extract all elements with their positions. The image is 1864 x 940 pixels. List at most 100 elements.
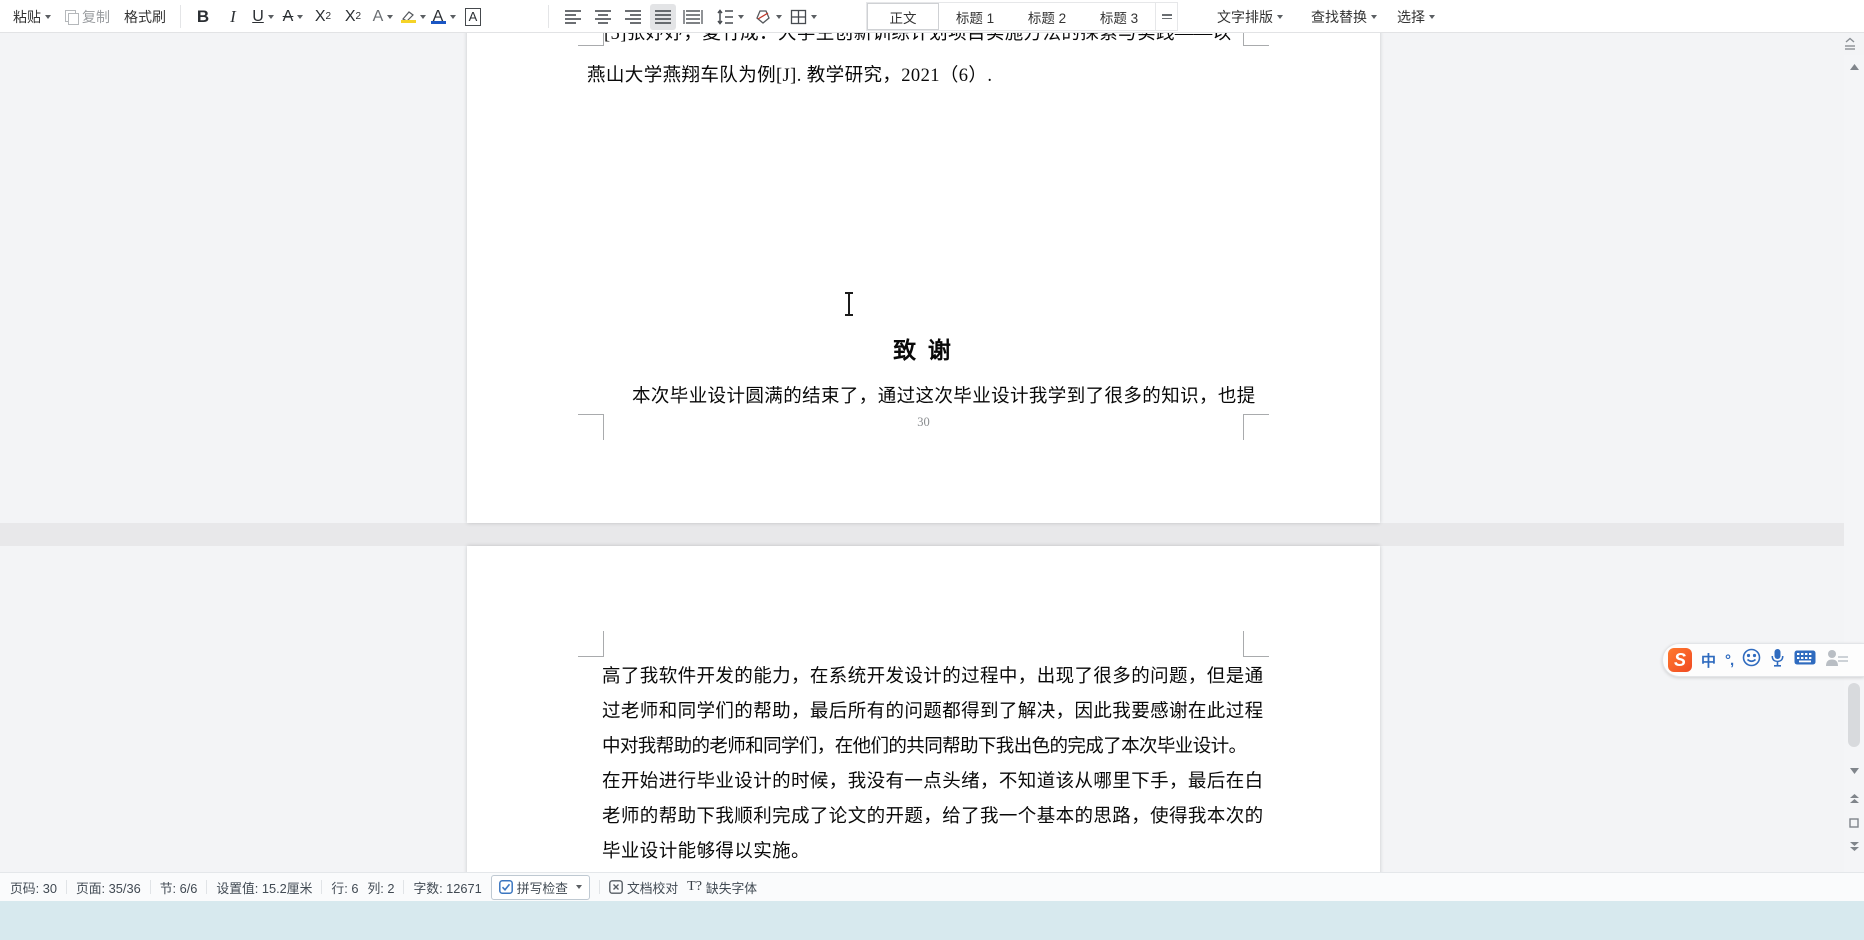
status-page-code: 页码: 30 — [10, 880, 57, 896]
clipboard-group: 粘贴 复制 格式刷 — [6, 0, 173, 33]
style-gallery: 正文 标题 1 标题 2 标题 3 — [866, 2, 1178, 31]
text-effects-glyph: A — [372, 7, 384, 25]
align-right-icon — [625, 10, 641, 24]
missing-font-label: 缺失字体 — [705, 880, 758, 896]
body-line[interactable]: 过老师和同学们的帮助，最后所有的问题都得到了解决，因此我要感谢在此过程 — [602, 697, 1264, 723]
copy-button[interactable]: 复制 — [58, 4, 117, 30]
toolbar-separator — [180, 5, 181, 28]
bold-glyph: B — [196, 6, 210, 26]
find-replace-button[interactable]: 查找替换 — [1304, 4, 1384, 30]
italic-glyph: I — [230, 6, 236, 26]
format-painter-button[interactable]: 格式刷 — [117, 4, 173, 30]
chevron-down-icon — [449, 14, 456, 19]
body-line[interactable]: 本次毕业设计圆满的结束了，通过这次毕业设计我学到了很多的知识，也提 — [632, 382, 1256, 408]
style-normal[interactable]: 正文 — [867, 3, 939, 30]
character-border-button[interactable]: A — [460, 4, 486, 30]
ime-account-icon[interactable] — [1825, 649, 1849, 672]
spell-check-button[interactable]: 拼写检查 — [490, 874, 590, 900]
vertical-scrollbar[interactable] — [1844, 55, 1864, 872]
status-section: 节: 6/6 — [159, 880, 198, 896]
select-button[interactable]: 选择 — [1390, 4, 1442, 30]
font-color-button[interactable]: A — [430, 4, 456, 30]
ime-mode-toggle[interactable]: 中 — [1701, 650, 1716, 671]
reference-line[interactable]: 燕山大学燕翔车队为例[J]. 教学研究，2021（6）. — [587, 61, 992, 87]
shading-button[interactable] — [754, 4, 782, 30]
style-heading2-label: 标题 2 — [1027, 10, 1067, 26]
select-browse-object-button[interactable] — [1844, 818, 1864, 828]
status-bar: 页码: 30 页面: 35/36 节: 6/6 设置值: 15.2厘米 行: 6… — [0, 872, 1864, 901]
scroll-up-button[interactable] — [1844, 63, 1864, 71]
text-layout-button[interactable]: 文字排版 — [1210, 4, 1290, 30]
ime-emoji-icon[interactable] — [1742, 648, 1761, 672]
highlight-color-button[interactable] — [400, 4, 426, 30]
style-gallery-more-button[interactable] — [1155, 3, 1177, 30]
align-left-icon — [565, 10, 581, 24]
body-line[interactable]: 毕业设计能够得以实施。 — [602, 837, 810, 863]
distribute-button[interactable] — [680, 4, 706, 30]
document-area: [5]张妤妤，夏竹成．大学生创新训练计划项目实施方法的探索与实践——以 燕山大学… — [0, 33, 1864, 872]
chevron-down-icon — [738, 14, 744, 19]
chevron-down-icon — [776, 14, 782, 19]
margin-mark — [578, 631, 604, 657]
body-line[interactable]: 在开始进行毕业设计的时候，我没有一点头绪，不知道该从哪里下手，最后在白 — [602, 767, 1264, 793]
missing-font-button[interactable]: T? 缺失字体 — [687, 878, 757, 897]
line-spacing-icon — [717, 8, 733, 25]
chevron-down-icon — [1371, 14, 1377, 19]
ime-toolbar[interactable]: S 中 °, — [1662, 643, 1864, 677]
body-line[interactable]: 高了我软件开发的能力，在系统开发设计的过程中，出现了很多的问题，但是通 — [602, 662, 1264, 688]
reference-line-clipped[interactable]: [5]张妤妤，夏竹成．大学生创新训练计划项目实施方法的探索与实践——以 — [604, 33, 1232, 45]
style-heading2[interactable]: 标题 2 — [1011, 3, 1083, 30]
previous-page-button[interactable] — [1844, 793, 1864, 804]
font-group: B I U A X2 X2 A A A — [188, 0, 488, 33]
highlighter-icon — [400, 10, 416, 23]
subscript-button[interactable]: X2 — [340, 4, 366, 30]
superscript-digit: 2 — [325, 11, 332, 22]
ime-keyboard-icon[interactable] — [1794, 650, 1816, 670]
next-page-button[interactable] — [1844, 841, 1864, 852]
body-line[interactable]: 老师的帮助下我顺利完成了论文的开题，给了我一个基本的思路，使得我本次的 — [602, 802, 1264, 828]
borders-button[interactable] — [790, 4, 817, 30]
font-color-icon: A — [430, 8, 446, 24]
style-heading1[interactable]: 标题 1 — [939, 3, 1011, 30]
underline-glyph: U — [252, 7, 264, 25]
align-right-button[interactable] — [620, 4, 646, 30]
italic-button[interactable]: I — [220, 4, 246, 30]
body-line[interactable]: 中对我帮助的老师和同学们，在他们的共同帮助下我出色的完成了本次毕业设计。 — [602, 732, 1247, 758]
page-31[interactable]: 高了我软件开发的能力，在系统开发设计的过程中，出现了很多的问题，但是通 过老师和… — [467, 546, 1380, 872]
format-painter-label: 格式刷 — [124, 8, 166, 25]
status-word-count[interactable]: 字数: 12671 — [413, 878, 481, 897]
align-center-button[interactable] — [590, 4, 616, 30]
style-heading3[interactable]: 标题 3 — [1083, 3, 1155, 30]
section-title[interactable]: 致 谢 — [467, 331, 1380, 365]
line-spacing-button[interactable] — [716, 4, 744, 30]
ime-punctuation-toggle[interactable]: °, — [1725, 652, 1734, 669]
text-cursor-ibeam — [845, 292, 853, 316]
strikethrough-button[interactable]: A — [280, 4, 306, 30]
status-pages: 页面: 35/36 — [75, 880, 141, 896]
justify-button[interactable] — [650, 3, 676, 30]
subscript-digit: 2 — [355, 11, 362, 22]
scroll-down-button[interactable] — [1844, 767, 1864, 775]
chevron-down-icon — [575, 885, 582, 889]
style-heading3-label: 标题 3 — [1099, 10, 1139, 26]
text-effects-button[interactable]: A — [370, 4, 396, 30]
underline-button[interactable]: U — [250, 4, 276, 30]
align-left-button[interactable] — [560, 4, 586, 30]
collapse-ribbon-icon[interactable] — [1840, 36, 1862, 54]
ime-logo-icon[interactable]: S — [1668, 648, 1692, 672]
margin-mark — [1243, 631, 1269, 657]
chevron-down-icon — [1429, 14, 1435, 19]
bold-button[interactable]: B — [190, 4, 216, 30]
page-gap — [0, 523, 1864, 546]
document-proofing-button[interactable]: 文档校对 — [609, 878, 678, 897]
ime-voice-icon[interactable] — [1770, 648, 1785, 672]
superscript-button[interactable]: X2 — [310, 4, 336, 30]
page-30[interactable]: [5]张妤妤，夏竹成．大学生创新训练计划项目实施方法的探索与实践——以 燕山大学… — [467, 33, 1380, 523]
status-setting-value: 设置值: 15.2厘米 — [216, 880, 313, 896]
paste-button[interactable]: 粘贴 — [6, 4, 58, 30]
borders-icon — [790, 9, 807, 24]
scrollbar-thumb[interactable] — [1848, 683, 1860, 747]
margin-mark — [578, 414, 604, 440]
windows-taskbar: 19°C 大部晴朗 e IJ W — [0, 901, 1864, 940]
shading-icon — [756, 9, 770, 24]
